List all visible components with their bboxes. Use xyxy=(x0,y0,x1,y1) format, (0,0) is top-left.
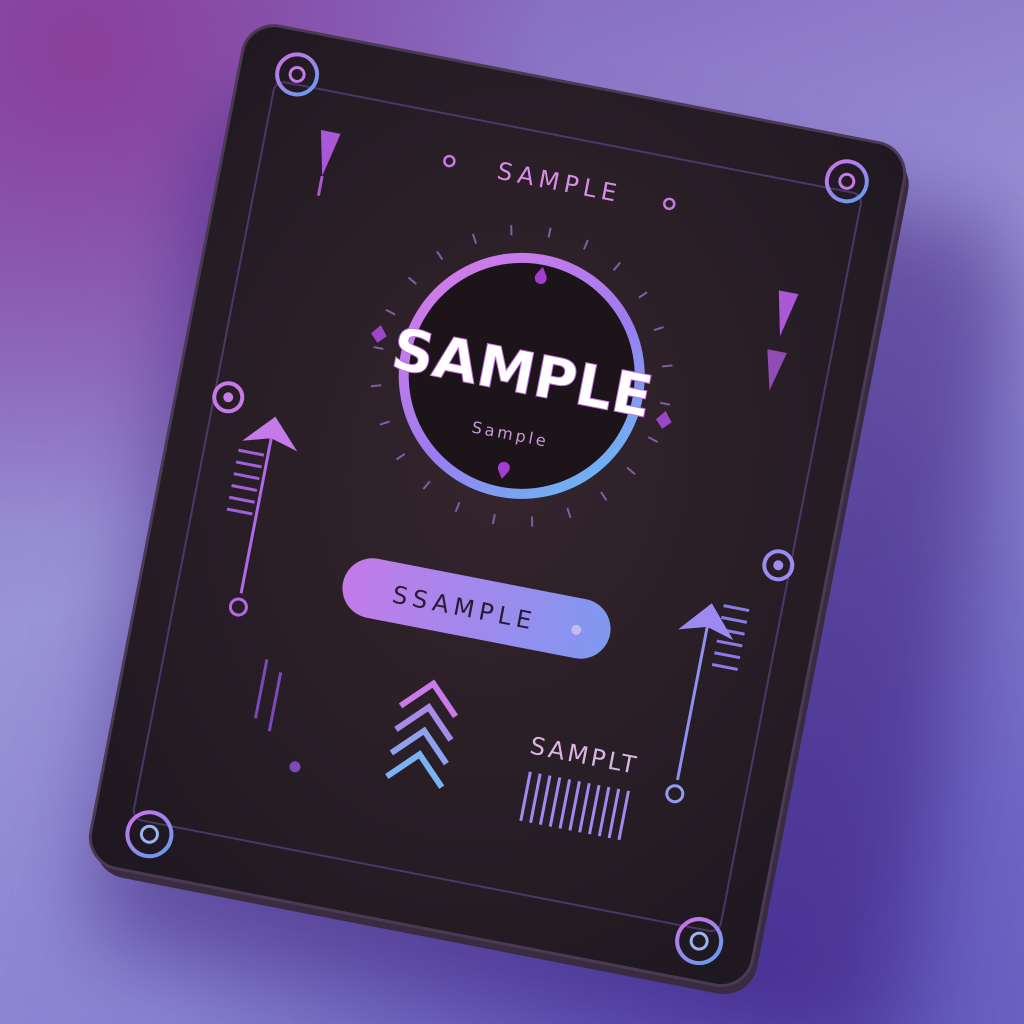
scene: SAMPLE SAMPLE Sample SSAMPLE SAMPLT xyxy=(0,0,1024,1024)
sample-card: SAMPLE SAMPLE Sample SSAMPLE SAMPLT xyxy=(88,24,909,995)
